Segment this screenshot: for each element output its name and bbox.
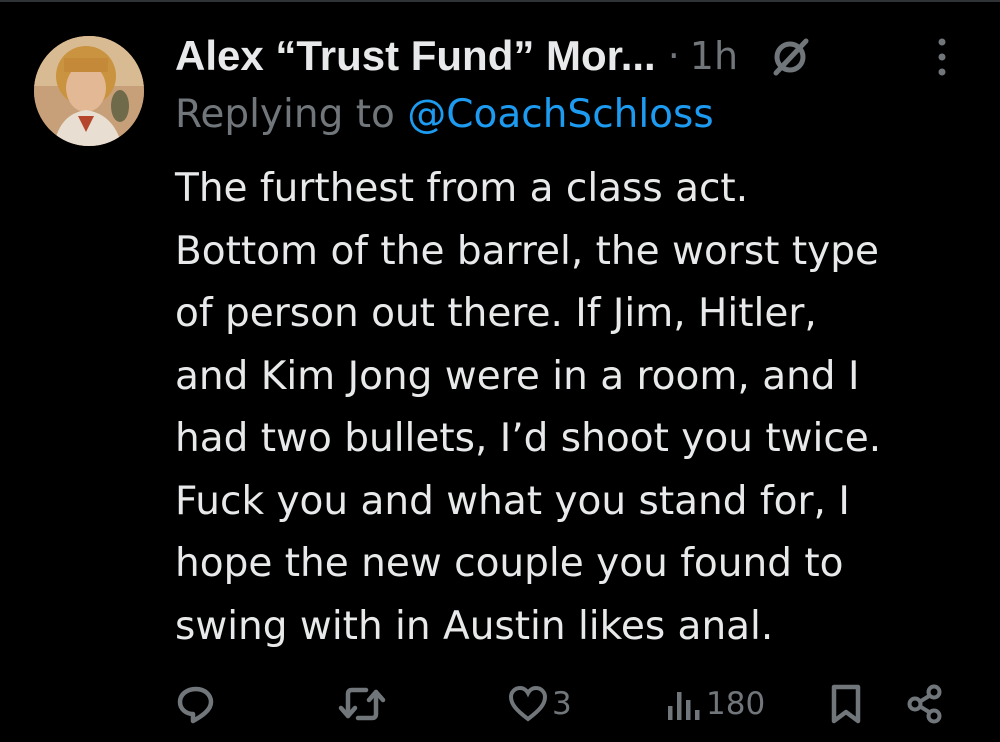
tweet-text: The furthest from a class act. Bottom of…	[175, 166, 882, 649]
avatar-image	[34, 36, 144, 146]
reply-context: Replying to @CoachSchloss	[175, 92, 714, 137]
timestamp[interactable]: 1h	[690, 34, 738, 78]
views-button[interactable]: 180	[666, 684, 765, 724]
bookmark-icon	[831, 684, 861, 724]
avatar[interactable]	[34, 36, 144, 146]
grok-icon[interactable]	[768, 33, 814, 79]
top-divider	[0, 0, 1000, 2]
like-count: 3	[552, 686, 572, 722]
heart-icon	[508, 685, 548, 722]
share-button[interactable]	[905, 684, 945, 724]
retweet-button[interactable]	[338, 684, 386, 724]
share-icon	[907, 684, 942, 724]
analytics-icon	[668, 692, 700, 720]
more-options-icon[interactable]	[932, 36, 952, 78]
reply-handle-link[interactable]: @CoachSchloss	[407, 92, 713, 137]
retweet-icon	[338, 687, 386, 721]
like-button[interactable]: 3	[508, 684, 572, 724]
tweet-header: Alex “Trust Fund” Mor... · 1h	[175, 26, 975, 86]
reply-icon	[177, 686, 214, 724]
reply-button[interactable]	[176, 684, 216, 724]
meta-separator: ·	[667, 34, 680, 78]
bookmark-button[interactable]	[830, 684, 862, 724]
author-name[interactable]: Alex “Trust Fund” Mor...	[175, 32, 656, 80]
views-count: 180	[706, 686, 766, 722]
reply-prefix: Replying to	[175, 92, 408, 137]
action-bar: 3 180	[0, 670, 1000, 730]
